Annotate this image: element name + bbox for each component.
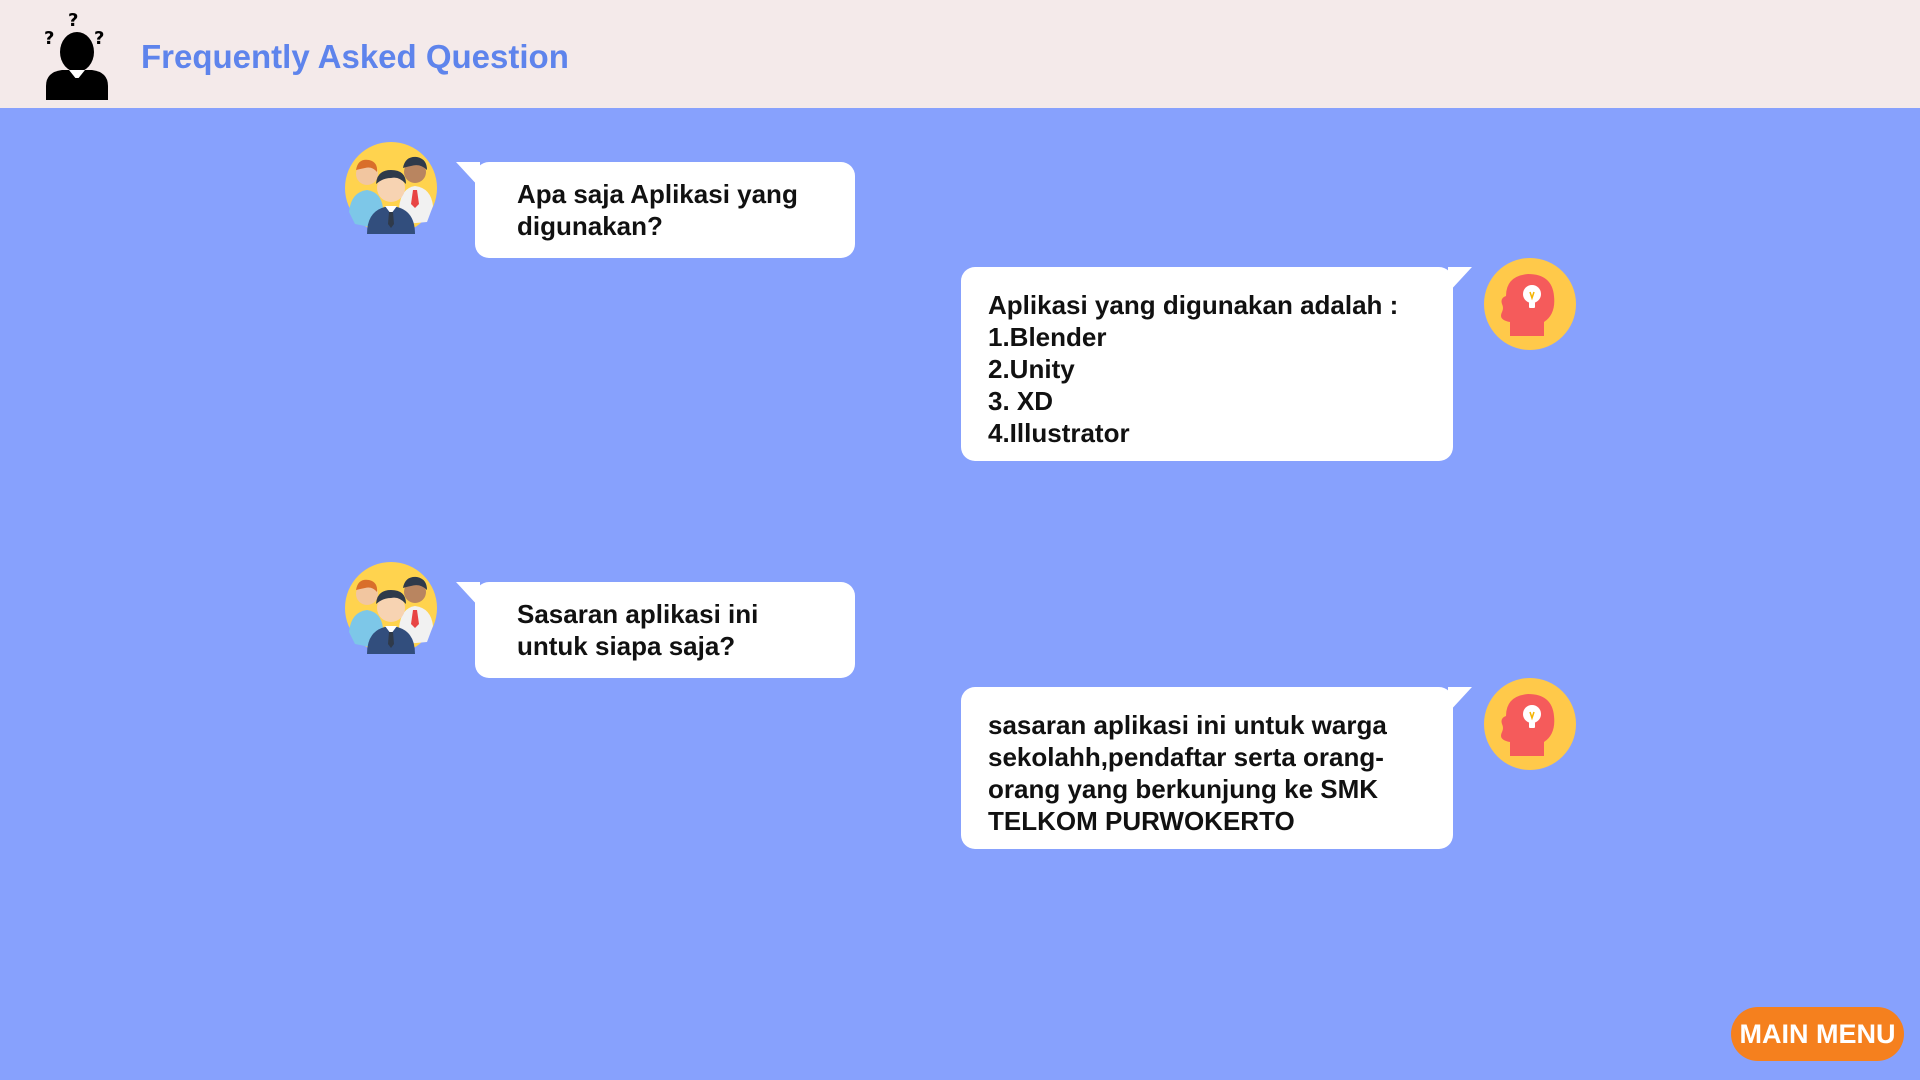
confused-person-icon: ? ? ?	[44, 10, 108, 100]
svg-text:?: ?	[68, 10, 78, 31]
main-menu-button[interactable]: MAIN MENU	[1731, 1007, 1904, 1061]
bubble-tail	[456, 162, 480, 188]
bubble-tail	[1448, 687, 1472, 713]
svg-text:?: ?	[44, 28, 54, 49]
group-of-people-avatar	[345, 562, 437, 654]
answer-bubble: Aplikasi yang digunakan adalah : 1.Blend…	[961, 267, 1472, 461]
question-bubble: Sasaran aplikasi ini untuk siapa saja?	[456, 582, 855, 678]
question-text: Apa saja Aplikasi yang digunakan?	[517, 179, 798, 241]
answer-line: 2.Unity	[988, 354, 1075, 384]
answer-text: sasaran aplikasi ini untuk warga sekolah…	[988, 710, 1387, 836]
head-lightbulb-avatar	[1484, 678, 1576, 770]
question-text: Sasaran aplikasi ini untuk siapa saja?	[517, 599, 759, 661]
answer-bubble: sasaran aplikasi ini untuk warga sekolah…	[961, 687, 1472, 849]
group-of-people-avatar	[345, 142, 437, 234]
svg-text:?: ?	[94, 28, 104, 49]
head-lightbulb-avatar	[1484, 258, 1576, 350]
answer-line: 3. XD	[988, 386, 1054, 416]
answer-line: Aplikasi yang digunakan adalah :	[988, 290, 1399, 320]
answer-line: 1.Blender	[988, 322, 1107, 352]
answer-line: 4.Illustrator	[988, 418, 1130, 448]
question-bubble: Apa saja Aplikasi yang digunakan?	[456, 162, 855, 258]
bubble-tail	[1448, 267, 1472, 293]
bubble-tail	[456, 582, 480, 608]
header-bar: ? ? ? Frequently Asked Question	[0, 0, 1920, 108]
page-title: Frequently Asked Question	[141, 38, 569, 75]
